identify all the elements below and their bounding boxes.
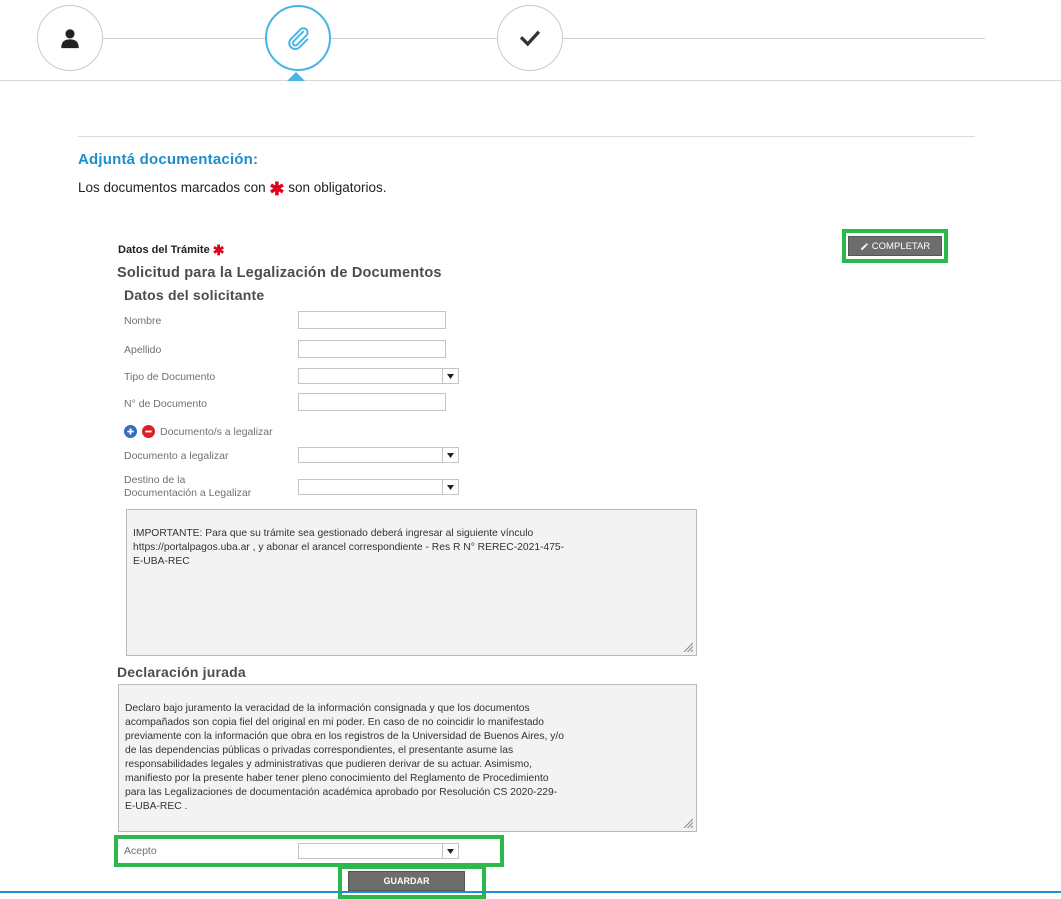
step-datos[interactable]: [37, 5, 103, 71]
checkmark-icon: [519, 30, 541, 47]
section-divider: [78, 136, 975, 137]
stepper-line: [331, 38, 497, 39]
tramite-label: Datos del Trámite ✱: [118, 242, 225, 259]
stepper-line: [102, 38, 266, 39]
documentos-row: Documento/s a legalizar: [124, 425, 273, 438]
stepper-baseline: [0, 80, 1061, 81]
paperclip-icon: [288, 27, 309, 51]
stepper-line: [563, 38, 985, 39]
required-note: Los documentos marcados con ✱ son obliga…: [78, 179, 387, 200]
tramite-label-text: Datos del Trámite: [118, 244, 210, 256]
documento-legalizar-value: [299, 448, 442, 462]
resize-handle-icon[interactable]: [683, 642, 693, 652]
acepto-select[interactable]: [298, 843, 459, 859]
declaracion-title: Declaración jurada: [117, 664, 246, 680]
tipo-documento-label: Tipo de Documento: [124, 371, 216, 383]
resize-handle-icon[interactable]: [683, 818, 693, 828]
dropdown-arrow-icon: [442, 448, 458, 462]
acepto-label: Acepto: [124, 845, 157, 857]
tipo-documento-select[interactable]: [298, 368, 459, 384]
pencil-icon: [860, 242, 868, 250]
step-confirmacion[interactable]: [497, 5, 563, 71]
importante-text: IMPORTANTE: Para que su trámite sea gest…: [133, 528, 565, 567]
required-note-prefix: Los documentos marcados con: [78, 180, 266, 195]
step-documentacion[interactable]: [265, 5, 331, 71]
remove-document-button[interactable]: [142, 425, 155, 438]
footer-rule: [0, 891, 1061, 893]
declaracion-textarea[interactable]: Declaro bajo juramento la veracidad de l…: [118, 684, 697, 832]
guardar-button-label: GUARDAR: [383, 876, 430, 886]
nombre-label: Nombre: [124, 315, 162, 327]
active-step-pointer: [287, 72, 305, 81]
dropdown-arrow-icon: [442, 480, 458, 494]
documento-legalizar-select[interactable]: [298, 447, 459, 463]
completar-button[interactable]: COMPLETAR: [848, 236, 942, 256]
nro-documento-input[interactable]: [298, 393, 446, 411]
destino-label-line1: Destino de la: [124, 474, 186, 486]
destino-select[interactable]: [298, 479, 459, 495]
required-asterisk-icon: ✱: [269, 179, 285, 199]
form-subtitle: Datos del solicitante: [124, 287, 265, 303]
user-icon: [61, 29, 79, 49]
form-title: Solicitud para la Legalización de Docume…: [117, 265, 442, 281]
stepper: [0, 0, 1061, 84]
dropdown-arrow-icon: [442, 844, 458, 858]
documentos-label: Documento/s a legalizar: [160, 425, 273, 438]
nombre-input[interactable]: [298, 311, 446, 329]
declaracion-text: Declaro bajo juramento la veracidad de l…: [125, 703, 565, 812]
destino-value: [299, 480, 442, 494]
acepto-value: [299, 844, 442, 858]
guardar-button[interactable]: GUARDAR: [348, 871, 465, 891]
completar-button-label: COMPLETAR: [871, 240, 931, 252]
add-document-button[interactable]: [124, 425, 137, 438]
required-note-suffix: son obligatorios.: [288, 180, 387, 195]
destino-label-line2: Documentación a Legalizar: [124, 487, 252, 499]
apellido-input[interactable]: [298, 340, 446, 358]
section-title: Adjuntá documentación:: [78, 151, 259, 168]
minus-icon: [145, 430, 152, 433]
apellido-label: Apellido: [124, 344, 162, 356]
documento-legalizar-label: Documento a legalizar: [124, 450, 229, 462]
dropdown-arrow-icon: [442, 369, 458, 383]
nro-documento-label: N° de Documento: [124, 398, 207, 410]
importante-textarea[interactable]: IMPORTANTE: Para que su trámite sea gest…: [126, 509, 697, 656]
required-asterisk-icon: ✱: [212, 242, 225, 258]
plus-icon: [127, 428, 134, 435]
destino-label: Destino de la Documentación a Legalizar: [124, 474, 251, 500]
tipo-documento-value: [299, 369, 442, 383]
